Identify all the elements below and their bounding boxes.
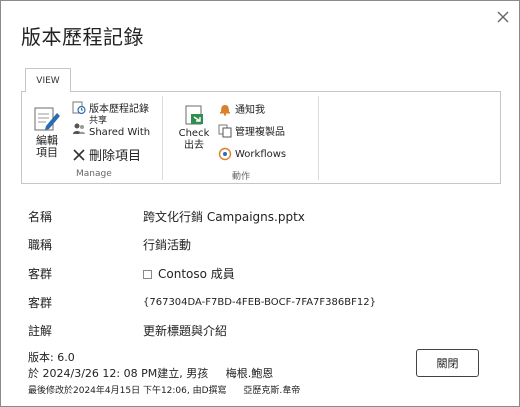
modified-text: 最後修改於2024年4月15日 下午12:06, 由D撰寫 (28, 386, 227, 396)
check-out-icon (185, 105, 203, 125)
audience-checkbox (143, 270, 152, 279)
shared-with-icon (73, 123, 85, 134)
dialog-title: 版本歷程記錄 (21, 25, 144, 49)
shared-with-label-cn: 共享 (89, 116, 108, 126)
field-label-audience-id: 客群 (28, 296, 53, 310)
shared-with-button[interactable]: 共享 Shared With (72, 116, 150, 138)
alert-me-label: 通知我 (235, 105, 265, 116)
field-value-title: 行銷活動 (143, 238, 192, 252)
modified-by: 亞歷克斯.韋帝 (243, 386, 301, 396)
tab-view[interactable]: VIEW (25, 68, 71, 92)
delete-icon (73, 148, 85, 161)
check-out-label-en: Check (178, 128, 210, 139)
created-text: 於 2024/3/26 12: 08 PM建立, 男孩 (28, 367, 209, 380)
check-out-button[interactable]: Check 出去 (174, 104, 214, 152)
bell-icon (220, 104, 230, 116)
field-label-audience: 客群 (28, 267, 53, 281)
version-history-dialog: 版本歷程記錄 VIEW 編輯 項目 版本歷程記錄 共享 Shared With … (0, 0, 520, 407)
close-icon[interactable] (495, 9, 511, 25)
workflows-icon (218, 147, 232, 161)
field-value-name: 跨文化行銷 Campaigns.pptx (143, 210, 305, 224)
manage-copies-label: 管理複製品 (235, 127, 285, 138)
edit-item-label: 編輯 項目 (36, 134, 58, 159)
field-value-comment: 更新標題與介紹 (143, 324, 228, 338)
version-history-label: 版本歷程記錄 (89, 104, 149, 115)
ribbon-panel: 編輯 項目 版本歷程記錄 共享 Shared With 刪除項目 Manage … (21, 91, 501, 184)
manage-copies-button[interactable]: 管理複製品 (218, 123, 285, 138)
group-label-manage: Manage (76, 169, 112, 179)
manage-copies-icon (218, 124, 232, 137)
version-number: 版本: 6.0 (28, 351, 75, 364)
field-label-title: 職稱 (28, 238, 53, 252)
alert-me-button[interactable]: 通知我 (218, 101, 265, 116)
field-value-audience-text: Contoso 成員 (158, 267, 235, 281)
workflows-label: Workflows (235, 148, 287, 160)
shared-with-label-en: Shared With (89, 127, 151, 138)
group-label-actions: 動作 (232, 172, 251, 182)
group-separator (318, 96, 319, 180)
ribbon: VIEW 編輯 項目 版本歷程記錄 共享 Shared With 刪除項目 Ma… (21, 68, 501, 184)
edit-item-button[interactable]: 編輯 項目 (30, 104, 64, 159)
field-value-audience: Contoso 成員 (143, 265, 235, 282)
created-by: 梅根.鮑恩 (225, 367, 274, 380)
created-info: 於 2024/3/26 12: 08 PM建立, 男孩 梅根.鮑恩 (28, 365, 273, 381)
modified-info: 最後修改於2024年4月15日 下午12:06, 由D撰寫 亞歷克斯.韋帝 (28, 383, 300, 396)
delete-item-button[interactable]: 刪除項目 (72, 145, 141, 164)
version-history-icon (72, 101, 86, 114)
close-button[interactable]: 關閉 (416, 349, 479, 377)
field-label-comment: 註解 (28, 324, 53, 338)
field-label-name: 名稱 (28, 210, 53, 224)
check-out-label-cn: 出去 (184, 140, 204, 151)
field-value-audience-id: {767304DA-F7BD-4FEB-BOCF-7FA7F386BF12} (143, 297, 376, 308)
edit-icon (34, 107, 60, 131)
delete-item-label: 刪除項目 (89, 149, 142, 164)
workflows-button[interactable]: Workflows (218, 147, 286, 161)
group-separator (162, 96, 163, 180)
version-history-button[interactable]: 版本歷程記錄 (72, 100, 149, 115)
